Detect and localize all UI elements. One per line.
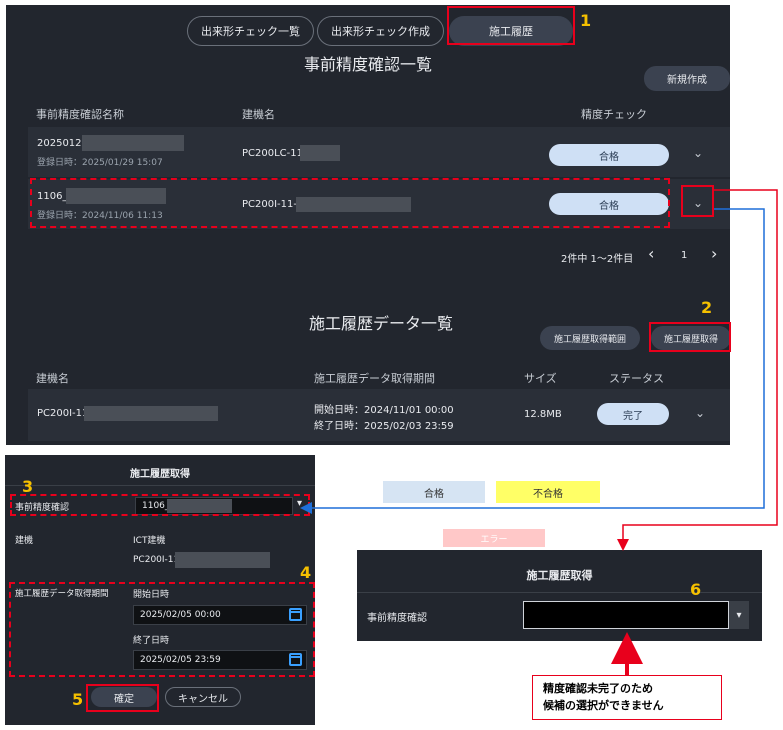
blue-connector bbox=[300, 208, 765, 514]
connector-lines bbox=[300, 189, 778, 675]
red-connector bbox=[617, 189, 778, 551]
